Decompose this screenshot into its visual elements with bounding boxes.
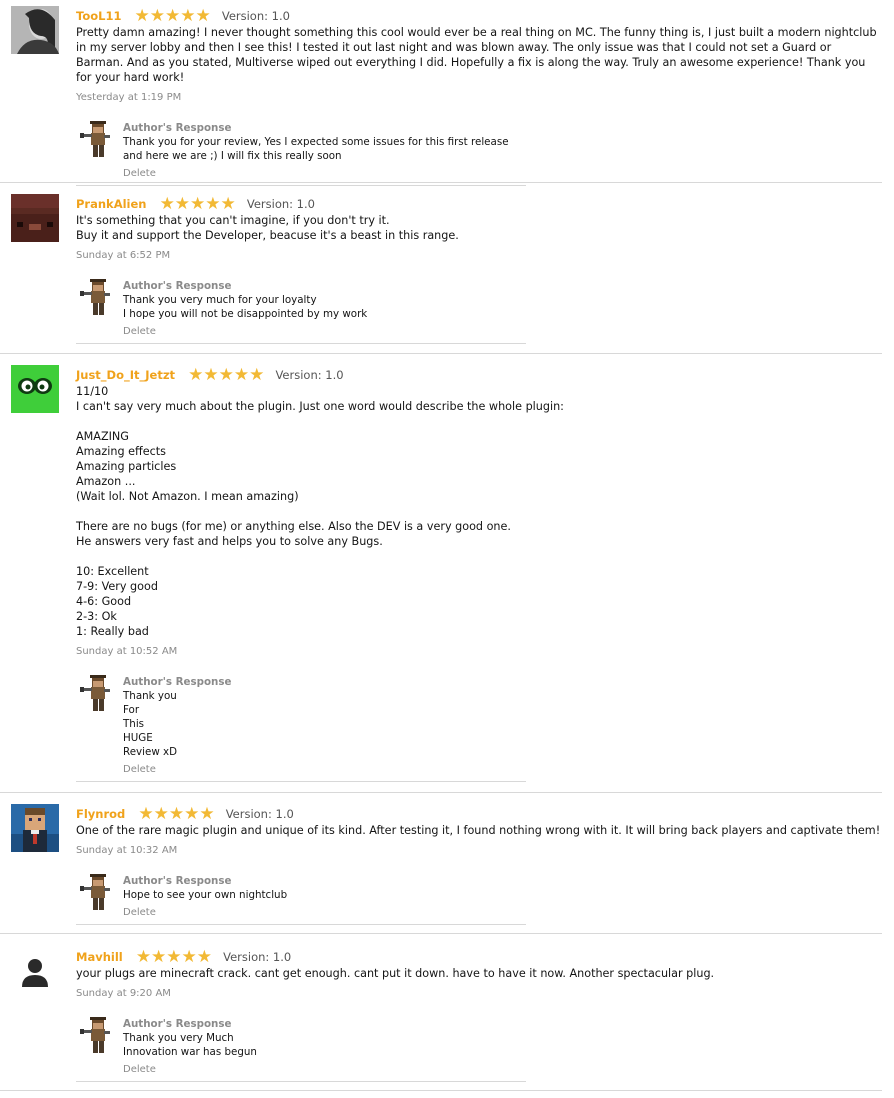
author-response: Author's Response Hope to see your own n… [76,874,526,925]
review-username[interactable]: Just_Do_It_Jetzt [76,368,175,382]
minecraft-head-avatar[interactable] [11,194,59,242]
green-eyes-avatar[interactable] [11,365,59,413]
review-item: TooL11 ★★★★★ Version: 1.0 Pretty damn am… [0,0,882,186]
author-response: Author's Response Thank you for your rev… [76,121,526,186]
response-text: Thank you For This HUGE Review xD [123,690,178,758]
review-username[interactable]: PrankAlien [76,197,146,211]
review-username[interactable]: Mavhill [76,950,123,964]
delete-response-link[interactable]: Delete [123,1063,526,1077]
gunslinger-avatar[interactable] [80,1017,114,1055]
minecraft-character-avatar[interactable] [11,804,59,852]
review-text: It's something that you can't imagine, i… [76,214,459,242]
rating-stars: ★★★★★ [138,804,215,824]
review-text: Pretty damn amazing! I never thought som… [76,26,877,84]
review-date[interactable]: Sunday at 9:20 AM [76,987,882,1001]
delete-response-link[interactable]: Delete [123,906,526,920]
gunslinger-avatar[interactable] [80,874,114,912]
delete-response-link[interactable]: Delete [123,325,526,339]
rating-stars: ★★★★★ [134,6,211,26]
response-title: Author's Response [123,122,232,134]
review-version: Version: 1.0 [221,9,290,23]
gunslinger-avatar[interactable] [80,279,114,317]
rating-stars: ★★★★★ [159,194,236,214]
author-response: Author's Response Thank you very much fo… [76,279,526,344]
response-title: Author's Response [123,875,232,887]
delete-response-link[interactable]: Delete [123,167,526,181]
review-item: Flynrod ★★★★★ Version: 1.0 One of the ra… [0,798,882,934]
gunslinger-avatar[interactable] [80,675,114,713]
response-text: Thank you very Much Innovation war has b… [123,1032,257,1058]
response-title: Author's Response [123,280,232,292]
default-person-avatar[interactable] [11,947,59,995]
response-text: Hope to see your own nightclub [123,889,288,901]
review-username[interactable]: TooL11 [76,9,121,23]
response-text: Thank you for your review, Yes I expecte… [123,136,509,162]
author-response: Author's Response Thank you For This HUG… [76,675,526,782]
gunslinger-avatar[interactable] [80,121,114,159]
review-date[interactable]: Sunday at 6:52 PM [76,249,882,263]
review-text: your plugs are minecraft crack. cant get… [76,967,715,980]
review-item: PrankAlien ★★★★★ Version: 1.0 It's somet… [0,188,882,354]
review-version: Version: 1.0 [223,950,292,964]
review-version: Version: 1.0 [275,368,344,382]
response-title: Author's Response [123,676,232,688]
review-date[interactable]: Yesterday at 1:19 PM [76,91,882,105]
user-photo-avatar[interactable] [11,6,59,54]
review-text: 11/10 I can't say very much about the pl… [76,385,564,638]
review-username[interactable]: Flynrod [76,807,125,821]
review-date[interactable]: Sunday at 10:32 AM [76,844,882,858]
review-item: Just_Do_It_Jetzt ★★★★★ Version: 1.0 11/1… [0,359,882,793]
delete-response-link[interactable]: Delete [123,763,526,777]
review-version: Version: 1.0 [246,197,315,211]
response-title: Author's Response [123,1018,232,1030]
review-version: Version: 1.0 [225,807,294,821]
rating-stars: ★★★★★ [188,365,265,385]
review-date[interactable]: Sunday at 10:52 AM [76,645,882,659]
review-item: Mavhill ★★★★★ Version: 1.0 your plugs ar… [0,941,882,1091]
review-text: One of the rare magic plugin and unique … [76,824,881,837]
author-response: Author's Response Thank you very Much In… [76,1017,526,1082]
rating-stars: ★★★★★ [135,947,213,967]
response-text: Thank you very much for your loyalty I h… [123,294,368,320]
